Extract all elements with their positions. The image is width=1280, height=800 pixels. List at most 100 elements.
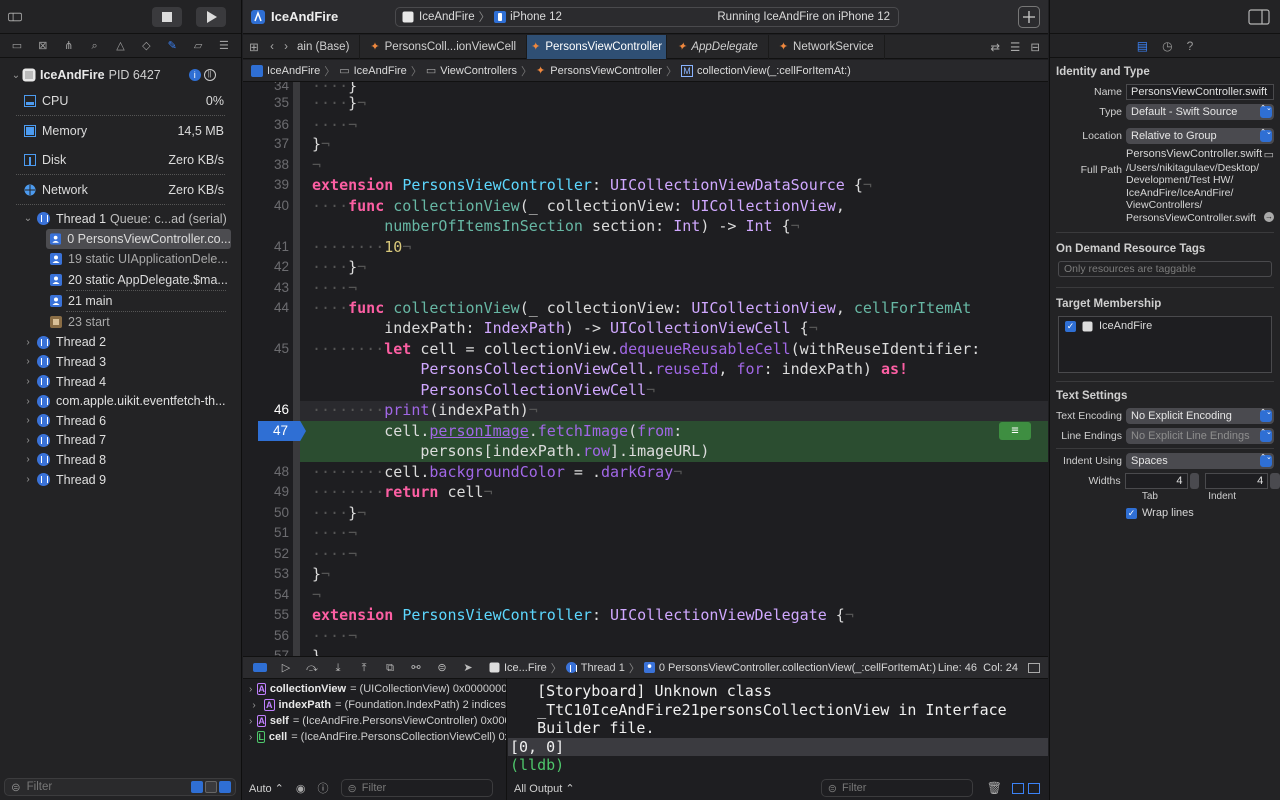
thread-row[interactable]: › Thread 6 <box>0 411 241 431</box>
report-icon[interactable]: ☰ <box>217 39 231 53</box>
thread-row[interactable]: › Thread 3 <box>0 352 241 372</box>
thread-row[interactable]: › Thread 9 <box>0 470 241 490</box>
chevron-right-icon[interactable]: › <box>22 396 34 407</box>
filter-option-icon[interactable] <box>205 781 217 793</box>
environment-overrides-icon[interactable]: ⊜ <box>435 662 449 674</box>
warning-icon[interactable]: △ <box>113 39 127 53</box>
jumpbar-project[interactable]: IceAndFire <box>267 65 320 77</box>
jumpbar-group[interactable]: IceAndFire <box>354 65 407 77</box>
tab-app-delegate[interactable]: ✦ AppDelegate <box>667 34 769 59</box>
help-icon[interactable]: ? <box>1187 39 1194 53</box>
console-prompt[interactable]: (lldb) <box>508 756 1048 775</box>
chevron-right-icon[interactable]: › <box>22 435 34 446</box>
run-button[interactable] <box>196 6 226 27</box>
chevron-right-icon[interactable]: › <box>22 474 34 485</box>
odr-tags-field[interactable]: Only resources are taggable <box>1058 261 1272 278</box>
eye-icon[interactable]: ◉ <box>296 782 306 795</box>
stop-button[interactable] <box>152 6 182 27</box>
chevron-right-icon[interactable]: › <box>249 700 259 711</box>
variable-row[interactable]: › Lcell = (IceAndFire.PersonsCollectionVie… <box>243 729 506 745</box>
location-popup[interactable]: Relative to Group <box>1126 128 1274 144</box>
editor-options-icon[interactable]: ☰ <box>1010 40 1020 54</box>
hierarchy-icon[interactable]: ⋔ <box>62 39 76 53</box>
navigator-filter-field[interactable]: ⊜ Filter <box>4 778 236 796</box>
thread-row[interactable]: › Thread 4 <box>0 372 241 392</box>
chevron-down-icon[interactable]: ⌄ <box>22 213 34 224</box>
jumpbar-method[interactable]: collectionView(_:cellForItemAt:) <box>697 65 851 77</box>
tab-width-field[interactable]: 4 <box>1124 473 1188 490</box>
chevron-down-icon[interactable]: ⌄ <box>10 70 22 81</box>
file-inspector-icon[interactable]: ▤ <box>1137 39 1148 53</box>
wrap-lines-property[interactable]: ✓ Wrap lines <box>1050 503 1280 523</box>
variable-row[interactable]: › AcollectionView = (UICollectionView) 0x0… <box>243 681 506 697</box>
chevron-right-icon[interactable]: › <box>22 376 34 387</box>
activity-view[interactable]: IceAndFire 〉 iPhone 12 Running IceAndFir… <box>395 6 899 27</box>
encoding-popup[interactable]: No Explicit Encoding <box>1126 408 1274 425</box>
thread-row[interactable]: › Thread 2 <box>0 333 241 353</box>
folder-icon[interactable]: ▭ <box>1264 148 1274 161</box>
step-over-icon[interactable]: ⤼ <box>305 662 319 674</box>
chevron-right-icon[interactable]: › <box>22 337 34 348</box>
memory-gauge[interactable]: Memory 14,5 MB <box>0 116 241 145</box>
show-variables-icon[interactable] <box>1012 782 1024 794</box>
forward-icon[interactable]: › <box>279 41 293 53</box>
chevron-right-icon[interactable]: › <box>249 684 252 695</box>
indent-popup[interactable]: Spaces <box>1126 453 1274 470</box>
scheme-selector[interactable]: IceAndFire <box>419 11 475 23</box>
debug-crumb-thread[interactable]: Thread 1 <box>581 662 625 674</box>
hide-debug-area-icon[interactable] <box>1028 662 1040 673</box>
stack-frame[interactable]: 20 static AppDelegate.$ma... <box>46 269 231 289</box>
tab-persons-collection-view-cell[interactable]: ✦ PersonsColl...ionViewCell <box>360 34 528 59</box>
output-selector[interactable]: All Output ⌃ <box>514 782 575 795</box>
stack-frame[interactable]: 0 PersonsViewController.co... <box>46 228 231 249</box>
info-icon[interactable]: i <box>188 69 201 81</box>
toggle-breakpoints-icon[interactable] <box>253 663 267 672</box>
thread-row[interactable]: › Thread 7 <box>0 431 241 451</box>
back-icon[interactable]: ‹ <box>265 41 279 53</box>
debug-crumb-app[interactable]: Ice...Fire <box>504 662 547 674</box>
info-icon[interactable]: ⓘ <box>318 780 329 796</box>
chevron-right-icon[interactable]: › <box>22 415 34 426</box>
jumpbar-file[interactable]: PersonsViewController <box>550 65 662 77</box>
debug-crumb-frame[interactable]: 0 PersonsViewController.collectionView(_… <box>659 662 936 674</box>
tab-network-service[interactable]: ✦ NetworkService <box>769 34 885 59</box>
editor-grid-icon[interactable]: ⊞ <box>243 40 265 54</box>
variable-row[interactable]: › AindexPath = (Foundation.IndexPath) 2 in… <box>243 697 506 713</box>
location-icon[interactable]: ➤ <box>461 662 475 674</box>
cpu-gauge[interactable]: CPU 0% <box>0 86 241 115</box>
wrap-lines-checkbox[interactable]: ✓ <box>1126 507 1137 519</box>
test-icon[interactable]: ◇ <box>139 39 153 53</box>
line-endings-popup[interactable]: No Explicit Line Endings <box>1126 428 1274 445</box>
tab-main-storyboard[interactable]: ain (Base) <box>297 34 361 59</box>
chevron-right-icon[interactable]: › <box>22 454 34 465</box>
console-view[interactable]: [Storyboard] Unknown class _TtC10IceAndF… <box>508 679 1048 800</box>
chevron-right-icon[interactable]: › <box>249 716 252 727</box>
step-into-icon[interactable]: ⤓ <box>331 662 345 674</box>
related-items-icon[interactable]: ⇄ <box>990 40 1000 54</box>
search-icon[interactable]: ⌕ <box>88 39 102 53</box>
jumpbar-folder[interactable]: ViewControllers <box>440 65 517 77</box>
stack-frame[interactable]: 19 static UIApplicationDele... <box>46 249 231 269</box>
thread-row[interactable]: ⌄ Thread 1 Queue: c...ad (serial) <box>0 209 241 229</box>
disk-gauge[interactable]: Disk Zero KB/s <box>0 145 241 174</box>
view-debugger-icon[interactable]: ⧉ <box>383 662 397 674</box>
variables-scope-selector[interactable]: Auto ⌃ <box>249 782 284 795</box>
process-row[interactable]: ⌄ IceAndFire PID 6427 i || <box>0 64 241 86</box>
pause-icon[interactable]: || <box>203 69 216 81</box>
folder-icon[interactable]: ▭ <box>10 39 24 53</box>
sidebar-toggle-icon[interactable] <box>8 10 22 24</box>
thread-row[interactable]: › com.apple.uikit.eventfetch-th... <box>0 391 241 411</box>
continue-icon[interactable]: ▷ <box>279 662 293 674</box>
stack-frame[interactable]: 23 start <box>46 312 231 332</box>
destination-selector[interactable]: iPhone 12 <box>510 11 562 23</box>
console-filter-field[interactable]: ⊜ Filter <box>820 779 973 797</box>
inspector-toggle-icon[interactable] <box>1248 9 1270 25</box>
thread-row[interactable]: › Thread 8 <box>0 450 241 470</box>
filter-option-icon[interactable] <box>191 781 203 793</box>
tab-persons-view-controller[interactable]: ✦ PersonsViewController <box>527 34 668 59</box>
breakpoint-icon[interactable]: ▱ <box>191 39 205 53</box>
variables-filter-field[interactable]: ⊜ Filter <box>340 779 493 797</box>
stack-frame[interactable]: 21 main <box>46 291 231 311</box>
type-popup[interactable]: Default - Swift Source <box>1126 104 1274 120</box>
add-library-button[interactable] <box>1018 6 1040 28</box>
